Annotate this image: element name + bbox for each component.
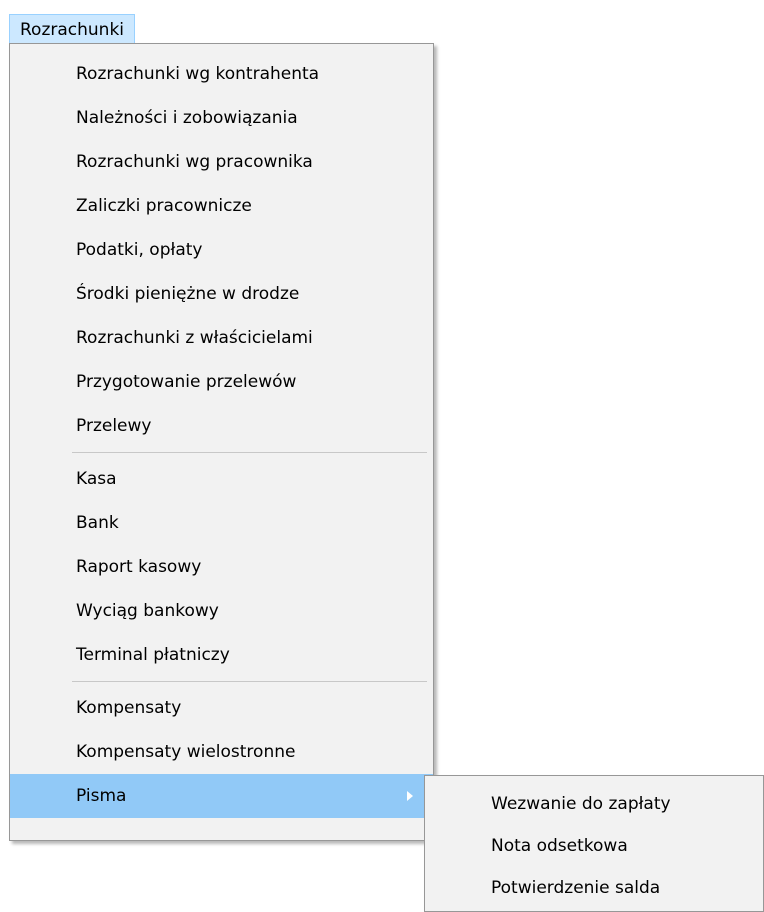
menu-separator xyxy=(72,681,427,682)
menu-item-raport-kasowy[interactable]: Raport kasowy xyxy=(10,545,433,589)
menu-item-kompensaty[interactable]: Kompensaty xyxy=(10,686,433,730)
submenu-item-potwierdzenie-salda[interactable]: Potwierdzenie salda xyxy=(425,867,763,909)
menu-item-przelewy[interactable]: Przelewy xyxy=(10,404,433,448)
menu-item-rozrachunki-wg-kontrahenta[interactable]: Rozrachunki wg kontrahenta xyxy=(10,52,433,96)
menu-item-kompensaty-wielostronne[interactable]: Kompensaty wielostronne xyxy=(10,730,433,774)
submenu-item-nota-odsetkowa[interactable]: Nota odsetkowa xyxy=(425,825,763,867)
menu-item-pisma[interactable]: Pisma xyxy=(10,774,433,818)
menu-item-naleznosci-i-zobowiazania[interactable]: Należności i zobowiązania xyxy=(10,96,433,140)
dropdown-menu-rozrachunki: Rozrachunki wg kontrahenta Należności i … xyxy=(9,43,434,841)
menu-item-zaliczki-pracownicze[interactable]: Zaliczki pracownicze xyxy=(10,184,433,228)
menu-item-rozrachunki-wg-pracownika[interactable]: Rozrachunki wg pracownika xyxy=(10,140,433,184)
menu-item-wyciag-bankowy[interactable]: Wyciąg bankowy xyxy=(10,589,433,633)
menu-item-bank[interactable]: Bank xyxy=(10,501,433,545)
menubar-item-rozrachunki[interactable]: Rozrachunki xyxy=(9,14,136,44)
menu-separator xyxy=(72,452,427,453)
menu-item-srodki-pieniezne-w-drodze[interactable]: Środki pieniężne w drodze xyxy=(10,272,433,316)
menu-item-kasa[interactable]: Kasa xyxy=(10,457,433,501)
menu-item-przygotowanie-przelewow[interactable]: Przygotowanie przelewów xyxy=(10,360,433,404)
menu-item-rozrachunki-z-wlascicielami[interactable]: Rozrachunki z właścicielami xyxy=(10,316,433,360)
menu-item-pisma-label: Pisma xyxy=(76,786,127,806)
chevron-right-icon xyxy=(407,791,413,801)
menu-item-terminal-platniczy[interactable]: Terminal płatniczy xyxy=(10,633,433,677)
submenu-pisma: Wezwanie do zapłaty Nota odsetkowa Potwi… xyxy=(424,775,764,912)
submenu-item-wezwanie-do-zaplaty[interactable]: Wezwanie do zapłaty xyxy=(425,783,763,825)
menu-item-podatki-oplaty[interactable]: Podatki, opłaty xyxy=(10,228,433,272)
